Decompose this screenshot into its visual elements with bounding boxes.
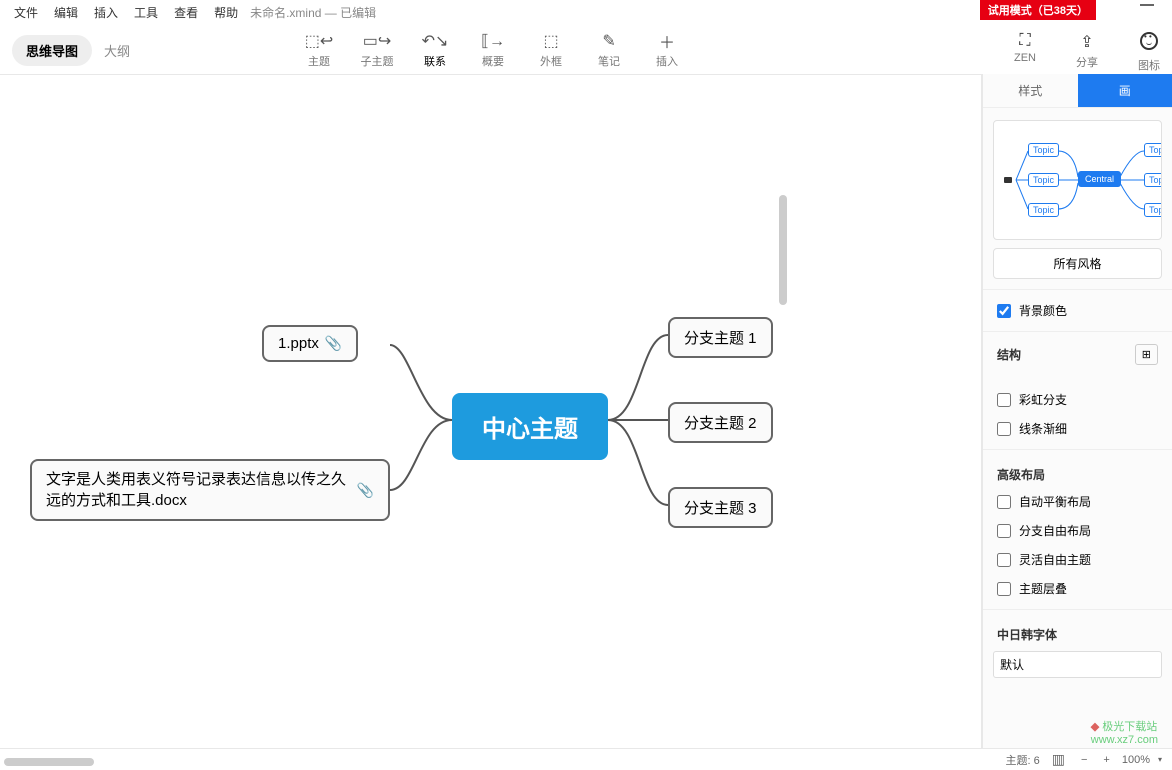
boundary-icon: ⬚ [522, 31, 580, 51]
filename: 未命名.xmind — 已编辑 [250, 4, 376, 21]
style-preview[interactable]: Topic Topic Topic Central Topic Topic To… [993, 120, 1162, 240]
mode-mindmap[interactable]: 思维导图 [12, 35, 92, 66]
trial-badge[interactable]: 试用模式（已38天） [980, 0, 1096, 20]
toolbar: 思维导图 大纲 ⬚↩ 主题 ▭↪ 子主题 ↶↘ 联系 ⟦→ 概要 ⬚ 外框 ✎ … [0, 26, 1172, 74]
branch-right-2[interactable]: 分支主题 2 [668, 402, 773, 443]
attachment-icon: 📎 [357, 482, 374, 499]
zen-button[interactable]: ⛶ ZEN [1014, 32, 1036, 64]
auto-balance-checkbox[interactable]: 自动平衡布局 [983, 487, 1172, 516]
structure-picker[interactable]: ⊞ [1135, 344, 1158, 365]
tool-group: ⬚↩ 主题 ▭↪ 子主题 ↶↘ 联系 ⟦→ 概要 ⬚ 外框 ✎ 笔记 ＋ 插入 [290, 31, 696, 69]
share-icon: ⇪ [1076, 32, 1098, 52]
zoom-in-button[interactable]: + [1099, 754, 1113, 766]
minimize-button[interactable] [1140, 4, 1154, 6]
topic-icon: ⬚↩ [290, 31, 348, 51]
bg-color-checkbox[interactable]: 背景颜色 [983, 296, 1172, 325]
zoom-level[interactable]: 100% [1122, 754, 1150, 766]
insert-icon: ＋ [638, 31, 696, 51]
menu-edit[interactable]: 编辑 [46, 0, 86, 25]
tool-insert[interactable]: ＋ 插入 [638, 31, 696, 69]
smiley-icon [1138, 32, 1160, 55]
all-styles-button[interactable]: 所有风格 [993, 248, 1162, 279]
zoom-control: − + 100% ▾ [1077, 754, 1162, 766]
tab-style[interactable]: 样式 [983, 74, 1078, 107]
structure-row: 结构 ⊞ [983, 338, 1172, 371]
thin-lines-checkbox[interactable]: 线条渐细 [983, 414, 1172, 443]
free-branch-checkbox[interactable]: 分支自由布局 [983, 516, 1172, 545]
summary-icon: ⟦→ [464, 31, 522, 51]
tool-note[interactable]: ✎ 笔记 [580, 31, 638, 69]
cjk-font-heading: 中日韩字体 [983, 616, 1172, 647]
zen-icon: ⛶ [1014, 32, 1036, 50]
menu-view[interactable]: 查看 [166, 0, 206, 25]
iconlib-button[interactable]: 图标 [1138, 32, 1160, 73]
toolbar-right: ⛶ ZEN ⇪ 分享 图标 [1014, 32, 1160, 73]
tool-topic[interactable]: ⬚↩ 主题 [290, 31, 348, 69]
branch-right-3[interactable]: 分支主题 3 [668, 487, 773, 528]
tool-subtopic[interactable]: ▭↪ 子主题 [348, 31, 406, 69]
subtopic-icon: ▭↪ [348, 31, 406, 51]
branch-right-1[interactable]: 分支主题 1 [668, 317, 773, 358]
tool-summary[interactable]: ⟦→ 概要 [464, 31, 522, 69]
scrollbar-horizontal[interactable] [4, 758, 264, 768]
minimap-icon[interactable]: ▥ [1052, 751, 1065, 768]
tool-boundary[interactable]: ⬚ 外框 [522, 31, 580, 69]
menu-tools[interactable]: 工具 [126, 0, 166, 25]
note-icon: ✎ [580, 31, 638, 51]
attachment-icon: 📎 [325, 335, 342, 352]
tab-canvas[interactable]: 画 [1078, 74, 1172, 107]
status-bar: 主题: 6 ▥ − + 100% ▾ [0, 748, 1172, 770]
branch-left-1[interactable]: 1.pptx 📎 [262, 325, 358, 362]
relationship-icon: ↶↘ [406, 31, 464, 51]
menu-bar: 文件 编辑 插入 工具 查看 帮助 未命名.xmind — 已编辑 试用模式（已… [0, 0, 1172, 26]
menu-help[interactable]: 帮助 [206, 0, 246, 25]
topic-count: 主题: 6 [1005, 752, 1039, 768]
format-panel: 样式 画 Topic Topic Topic Central Topic Top… [982, 74, 1172, 748]
tool-relationship[interactable]: ↶↘ 联系 [406, 31, 464, 69]
central-topic[interactable]: 中心主题 [452, 393, 608, 460]
scrollbar-vertical[interactable] [779, 195, 789, 495]
font-select[interactable]: 默认 [993, 651, 1162, 678]
adv-layout-heading: 高级布局 [983, 456, 1172, 487]
branch-left-2[interactable]: 文字是人类用表义符号记录表达信息以传之久远的方式和工具.docx 📎 [30, 459, 390, 521]
menu-insert[interactable]: 插入 [86, 0, 126, 25]
share-button[interactable]: ⇪ 分享 [1076, 32, 1098, 70]
rainbow-checkbox[interactable]: 彩虹分支 [983, 385, 1172, 414]
flex-topic-checkbox[interactable]: 灵活自由主题 [983, 545, 1172, 574]
canvas[interactable]: 中心主题 1.pptx 📎 文字是人类用表义符号记录表达信息以传之久远的方式和工… [0, 74, 982, 748]
zoom-dropdown-icon[interactable]: ▾ [1158, 755, 1162, 764]
zoom-out-button[interactable]: − [1077, 754, 1091, 766]
topic-stack-checkbox[interactable]: 主题层叠 [983, 574, 1172, 603]
mode-outline[interactable]: 大纲 [104, 41, 130, 60]
menu-file[interactable]: 文件 [6, 0, 46, 25]
